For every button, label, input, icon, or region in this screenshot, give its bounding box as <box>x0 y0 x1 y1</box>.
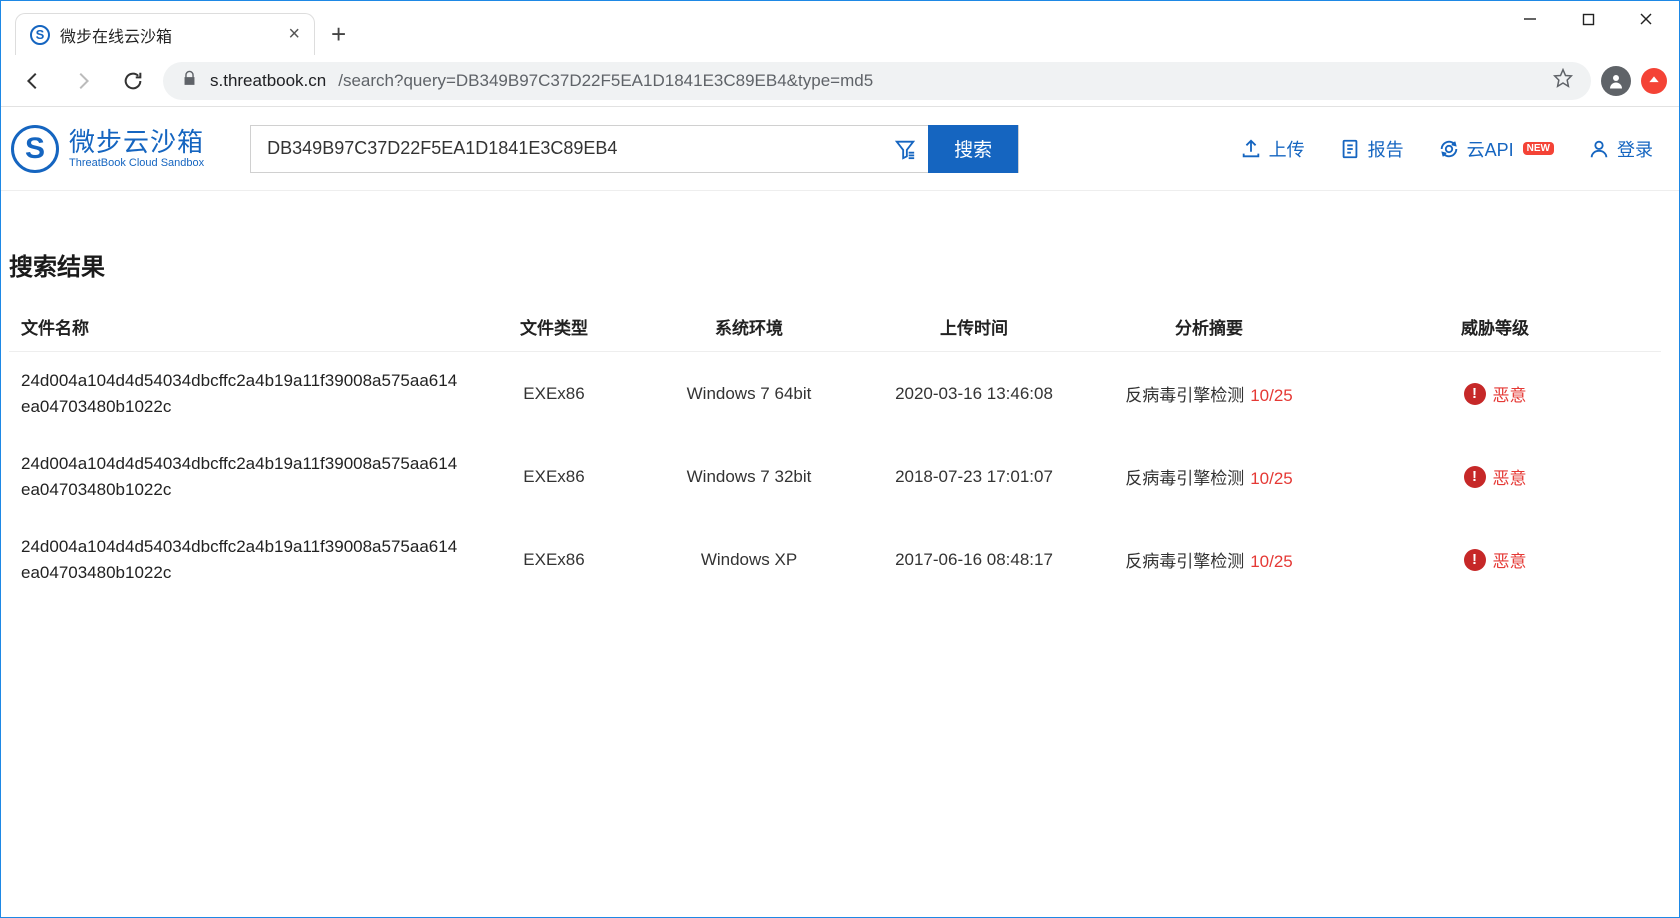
exclaim-icon: ! <box>1464 466 1486 488</box>
brand-logo-icon: S <box>11 125 59 173</box>
maximize-button[interactable] <box>1559 1 1617 37</box>
exclaim-icon: ! <box>1464 549 1486 571</box>
cell-filetype: EXEx86 <box>469 435 639 518</box>
tab-strip: S 微步在线云沙箱 × + <box>1 1 1501 55</box>
close-window-button[interactable] <box>1617 1 1675 37</box>
cell-filename: 24d004a104d4d54034dbcffc2a4b19a11f39008a… <box>9 352 469 436</box>
brand-logo[interactable]: S 微步云沙箱 ThreatBook Cloud Sandbox <box>11 125 204 173</box>
summary-label: 反病毒引擎检测 <box>1125 469 1244 488</box>
site-header: S 微步云沙箱 ThreatBook Cloud Sandbox 搜索 <box>1 107 1679 191</box>
search-form: 搜索 <box>250 125 1019 173</box>
cell-env: Windows 7 64bit <box>639 352 859 436</box>
table-header-row: 文件名称 文件类型 系统环境 上传时间 分析摘要 威胁等级 <box>9 302 1661 352</box>
threat-label: 恶意 <box>1493 381 1527 406</box>
exclaim-icon: ! <box>1464 383 1486 405</box>
col-uploaded: 上传时间 <box>859 302 1089 352</box>
cell-threat: ! 恶意 <box>1329 352 1661 436</box>
header-nav: 上传 报告 云API NEW 登录 <box>1240 136 1653 162</box>
filter-button[interactable] <box>881 126 929 172</box>
col-threat: 威胁等级 <box>1329 302 1661 352</box>
cell-filetype: EXEx86 <box>469 518 639 601</box>
nav-upload[interactable]: 上传 <box>1240 136 1305 162</box>
extension-badge-icon[interactable] <box>1641 68 1667 94</box>
nav-cloud-api[interactable]: 云API NEW <box>1438 136 1554 162</box>
threat-label: 恶意 <box>1493 464 1527 489</box>
brand-name-cn: 微步云沙箱 <box>69 128 204 157</box>
col-summary: 分析摘要 <box>1089 302 1329 352</box>
results-table: 文件名称 文件类型 系统环境 上传时间 分析摘要 威胁等级 24d004a104… <box>9 302 1661 601</box>
nav-login-label: 登录 <box>1617 136 1653 162</box>
cell-filename: 24d004a104d4d54034dbcffc2a4b19a11f39008a… <box>9 518 469 601</box>
table-row[interactable]: 24d004a104d4d54034dbcffc2a4b19a11f39008a… <box>9 352 1661 436</box>
new-tab-button[interactable]: + <box>315 13 362 55</box>
window-controls <box>1501 1 1675 37</box>
close-tab-icon[interactable]: × <box>288 23 300 46</box>
cell-threat: ! 恶意 <box>1329 435 1661 518</box>
cell-summary: 反病毒引擎检测 10/25 <box>1089 518 1329 601</box>
cell-env: Windows XP <box>639 518 859 601</box>
window-frame: S 微步在线云沙箱 × + <box>0 0 1680 918</box>
table-row[interactable]: 24d004a104d4d54034dbcffc2a4b19a11f39008a… <box>9 435 1661 518</box>
cell-summary: 反病毒引擎检测 10/25 <box>1089 435 1329 518</box>
url-path: /search?query=DB349B97C37D22F5EA1D1841E3… <box>338 71 873 91</box>
cell-threat: ! 恶意 <box>1329 518 1661 601</box>
nav-login[interactable]: 登录 <box>1588 136 1653 162</box>
page-viewport[interactable]: S 微步云沙箱 ThreatBook Cloud Sandbox 搜索 <box>1 107 1679 917</box>
cell-env: Windows 7 32bit <box>639 435 859 518</box>
profile-button[interactable] <box>1601 66 1631 96</box>
col-env: 系统环境 <box>639 302 859 352</box>
col-filetype: 文件类型 <box>469 302 639 352</box>
cell-filename: 24d004a104d4d54034dbcffc2a4b19a11f39008a… <box>9 435 469 518</box>
results-title: 搜索结果 <box>9 247 1661 282</box>
address-bar-row: s.threatbook.cn/search?query=DB349B97C37… <box>1 55 1679 107</box>
forward-button[interactable] <box>63 61 103 101</box>
summary-ratio: 10/25 <box>1250 469 1293 488</box>
bookmark-star-icon[interactable] <box>1553 68 1573 93</box>
lock-icon <box>181 70 198 92</box>
brand-name-en: ThreatBook Cloud Sandbox <box>69 157 204 169</box>
nav-cloud-api-label: 云API <box>1467 136 1514 162</box>
favicon-icon: S <box>30 25 50 45</box>
col-filename: 文件名称 <box>9 302 469 352</box>
cell-filetype: EXEx86 <box>469 352 639 436</box>
summary-ratio: 10/25 <box>1250 552 1293 571</box>
search-input[interactable] <box>251 126 881 172</box>
results-section: 搜索结果 文件名称 文件类型 系统环境 上传时间 分析摘要 威胁等级 <box>1 191 1679 601</box>
browser-tab[interactable]: S 微步在线云沙箱 × <box>15 13 315 55</box>
table-row[interactable]: 24d004a104d4d54034dbcffc2a4b19a11f39008a… <box>9 518 1661 601</box>
back-button[interactable] <box>13 61 53 101</box>
cell-uploaded: 2018-07-23 17:01:07 <box>859 435 1089 518</box>
new-badge: NEW <box>1523 142 1554 155</box>
cell-summary: 反病毒引擎检测 10/25 <box>1089 352 1329 436</box>
address-input[interactable]: s.threatbook.cn/search?query=DB349B97C37… <box>163 62 1591 100</box>
url-host: s.threatbook.cn <box>210 71 326 91</box>
cell-uploaded: 2020-03-16 13:46:08 <box>859 352 1089 436</box>
titlebar: S 微步在线云沙箱 × + <box>1 1 1679 55</box>
nav-report-label: 报告 <box>1368 136 1404 162</box>
reload-button[interactable] <box>113 61 153 101</box>
nav-report[interactable]: 报告 <box>1339 136 1404 162</box>
summary-label: 反病毒引擎检测 <box>1125 386 1244 405</box>
threat-label: 恶意 <box>1493 547 1527 572</box>
summary-ratio: 10/25 <box>1250 386 1293 405</box>
cell-uploaded: 2017-06-16 08:48:17 <box>859 518 1089 601</box>
search-button[interactable]: 搜索 <box>928 125 1018 173</box>
tab-title: 微步在线云沙箱 <box>60 23 172 47</box>
minimize-button[interactable] <box>1501 1 1559 37</box>
nav-upload-label: 上传 <box>1269 136 1305 162</box>
summary-label: 反病毒引擎检测 <box>1125 552 1244 571</box>
